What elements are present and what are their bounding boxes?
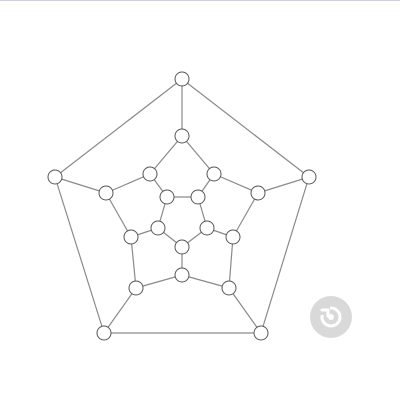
- graph-node[interactable]: [159, 189, 175, 205]
- graph-svg[interactable]: [0, 1, 400, 401]
- reset-button[interactable]: [310, 296, 352, 338]
- graph-node[interactable]: [253, 325, 269, 341]
- graph-node[interactable]: [142, 166, 158, 182]
- graph-node[interactable]: [98, 185, 114, 201]
- graph-node[interactable]: [206, 166, 222, 182]
- graph-node[interactable]: [96, 325, 112, 341]
- rotate-ccw-icon: [318, 304, 344, 330]
- graph-node[interactable]: [250, 185, 266, 201]
- graph-node[interactable]: [174, 267, 190, 283]
- graph-edge: [181, 78, 310, 178]
- graph-edge: [232, 192, 259, 238]
- graph-node[interactable]: [199, 220, 215, 236]
- graph-edge: [54, 78, 183, 178]
- graph-node[interactable]: [301, 169, 317, 185]
- graph-node[interactable]: [174, 239, 190, 255]
- graph-node[interactable]: [221, 280, 237, 296]
- graph-node[interactable]: [128, 280, 144, 296]
- graph-edge: [54, 176, 107, 194]
- graph-edge: [54, 176, 105, 334]
- graph-edge: [130, 236, 137, 289]
- graph-edge: [257, 176, 310, 194]
- graph-node[interactable]: [225, 229, 241, 245]
- graph-canvas[interactable]: [0, 0, 400, 400]
- graph-edge: [228, 236, 234, 289]
- graph-node[interactable]: [150, 220, 166, 236]
- graph-node[interactable]: [174, 71, 190, 87]
- graph-edge: [105, 192, 132, 238]
- graph-edge: [228, 287, 262, 334]
- graph-node[interactable]: [190, 189, 206, 205]
- graph-node[interactable]: [174, 128, 190, 144]
- graph-edge: [260, 176, 310, 334]
- graph-edge: [103, 287, 137, 334]
- graph-node[interactable]: [123, 229, 139, 245]
- graph-node[interactable]: [47, 169, 63, 185]
